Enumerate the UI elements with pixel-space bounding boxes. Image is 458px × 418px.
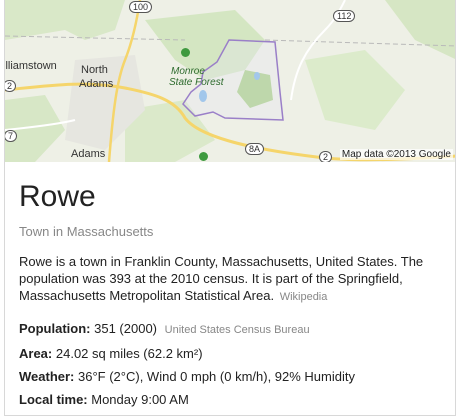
fact-value: 24.02 sq miles (62.2 km²) bbox=[55, 346, 203, 361]
fact-area: Area: 24.02 sq miles (62.2 km²) bbox=[19, 345, 441, 362]
map-label-north: North bbox=[81, 64, 108, 76]
fact-label: Population: bbox=[19, 321, 91, 336]
map-label-adams: Adams bbox=[79, 78, 114, 90]
route-shield-112: 112 bbox=[333, 10, 356, 22]
place-description: Rowe is a town in Franklin County, Massa… bbox=[19, 254, 424, 303]
fact-label: Area: bbox=[19, 346, 53, 361]
wikipedia-link[interactable]: Wikipedia bbox=[280, 291, 328, 303]
fact-weather: Weather: 36°F (2°C), Wind 0 mph (0 km/h)… bbox=[19, 368, 441, 385]
place-subtitle: Town in Massachusetts bbox=[19, 224, 154, 239]
map-label-adams-south: Adams bbox=[71, 148, 106, 160]
route-shield-8a: 8A bbox=[245, 143, 265, 155]
fact-value: 36°F (2°C), Wind 0 mph (0 km/h), 92% Hum… bbox=[78, 369, 355, 384]
forest-tree-icon bbox=[199, 152, 208, 161]
card-content: Rowe Town in Massachusetts Rowe is a tow… bbox=[5, 162, 455, 408]
map-attribution: Map data ©2013 Google bbox=[339, 149, 453, 160]
route-shield-7: 7 bbox=[5, 130, 18, 142]
fact-local-time: Local time: Monday 9:00 AM bbox=[19, 391, 441, 408]
map[interactable]: 100 112 2 7 8A 2 illiamstown North Adams… bbox=[5, 0, 455, 162]
forest-tree-icon bbox=[181, 48, 190, 57]
map-label-state-forest: State Forest bbox=[169, 77, 224, 88]
fact-label: Local time: bbox=[19, 392, 88, 407]
fact-value: Monday 9:00 AM bbox=[91, 392, 189, 407]
fact-value: 351 (2000) bbox=[94, 321, 158, 336]
knowledge-card: 100 112 2 7 8A 2 illiamstown North Adams… bbox=[4, 0, 456, 416]
census-bureau-link[interactable]: United States Census Bureau bbox=[165, 324, 310, 336]
route-shield-2-east: 2 bbox=[319, 151, 333, 162]
fact-population: Population: 351 (2000) United States Cen… bbox=[19, 320, 441, 339]
place-title: Rowe bbox=[19, 180, 96, 213]
place-description-block: Rowe is a town in Franklin County, Massa… bbox=[19, 253, 441, 306]
map-graphic bbox=[5, 0, 455, 162]
fact-label: Weather: bbox=[19, 369, 75, 384]
map-label-williamstown: illiamstown bbox=[5, 60, 57, 72]
facts-list: Population: 351 (2000) United States Cen… bbox=[19, 320, 441, 408]
route-shield-100: 100 bbox=[129, 1, 153, 13]
